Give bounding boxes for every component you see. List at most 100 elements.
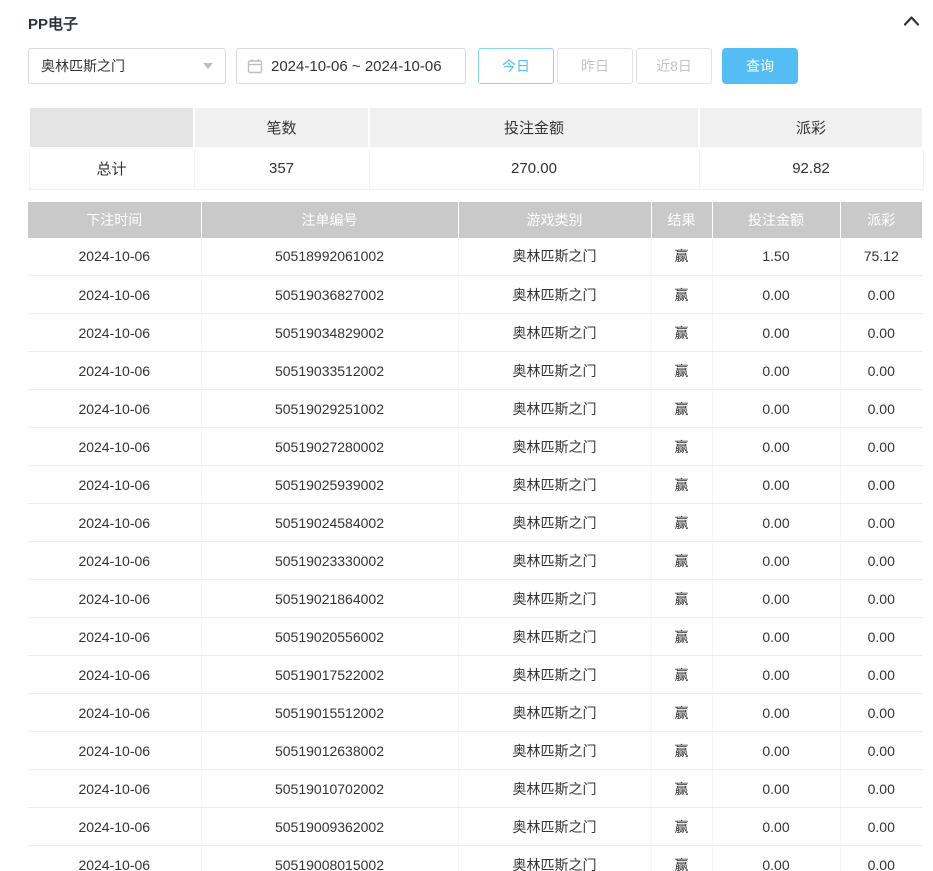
table-cell: 0.00 <box>840 846 922 871</box>
table-cell: 0.00 <box>840 542 922 580</box>
table-cell: 0.00 <box>712 732 840 770</box>
table-cell: 奥林匹斯之门 <box>458 466 651 504</box>
table-row: 2024-10-0650519036827002奥林匹斯之门赢0.000.00 <box>28 276 922 314</box>
game-select-value: 奥林匹斯之门 <box>41 56 125 76</box>
table-cell: 2024-10-06 <box>28 580 201 618</box>
table-cell: 奥林匹斯之门 <box>458 732 651 770</box>
table-cell: 奥林匹斯之门 <box>458 276 651 314</box>
summary-table: 笔数 投注金额 派彩 总计 357 270.00 92.82 <box>28 106 924 190</box>
table-cell: 50519008015002 <box>201 846 458 871</box>
table-cell: 0.00 <box>840 314 922 352</box>
date-range-input[interactable]: 2024-10-06 ~ 2024-10-06 <box>236 48 466 84</box>
table-cell: 奥林匹斯之门 <box>458 504 651 542</box>
table-row: 2024-10-0650519027280002奥林匹斯之门赢0.000.00 <box>28 428 922 466</box>
table-cell: 0.00 <box>840 618 922 656</box>
date-range-value: 2024-10-06 ~ 2024-10-06 <box>271 58 442 75</box>
panel-title: PP电子 <box>28 13 78 34</box>
summary-row-label: 总计 <box>29 148 194 189</box>
table-cell: 0.00 <box>840 770 922 808</box>
table-cell: 奥林匹斯之门 <box>458 846 651 871</box>
table-cell: 2024-10-06 <box>28 504 201 542</box>
table-cell: 0.00 <box>712 846 840 871</box>
table-cell: 奥林匹斯之门 <box>458 580 651 618</box>
table-cell: 50519010702002 <box>201 770 458 808</box>
summary-col-bet-amount: 投注金额 <box>369 107 699 148</box>
table-cell: 0.00 <box>840 428 922 466</box>
table-row: 2024-10-0650519008015002奥林匹斯之门赢0.000.00 <box>28 846 922 871</box>
table-cell: 2024-10-06 <box>28 238 201 276</box>
table-cell: 0.00 <box>712 580 840 618</box>
table-cell: 赢 <box>651 694 712 732</box>
table-cell: 赢 <box>651 276 712 314</box>
table-row: 2024-10-0650519009362002奥林匹斯之门赢0.000.00 <box>28 808 922 846</box>
table-cell: 50519023330002 <box>201 542 458 580</box>
table-row: 2024-10-0650519033512002奥林匹斯之门赢0.000.00 <box>28 352 922 390</box>
table-cell: 奥林匹斯之门 <box>458 656 651 694</box>
table-cell: 2024-10-06 <box>28 846 201 871</box>
collapse-panel-button[interactable] <box>900 12 922 34</box>
table-cell: 2024-10-06 <box>28 770 201 808</box>
table-cell: 赢 <box>651 542 712 580</box>
table-cell: 赢 <box>651 238 712 276</box>
table-cell: 赢 <box>651 846 712 871</box>
table-cell: 0.00 <box>712 694 840 732</box>
column-header: 结果 <box>651 202 712 238</box>
quick-range-group: 今日 昨日 近8日 <box>478 48 712 84</box>
summary-total-row: 总计 357 270.00 92.82 <box>29 148 923 189</box>
table-cell: 2024-10-06 <box>28 428 201 466</box>
chevron-up-icon <box>903 14 920 32</box>
table-row: 2024-10-0650519012638002奥林匹斯之门赢0.000.00 <box>28 732 922 770</box>
table-cell: 0.00 <box>712 314 840 352</box>
table-cell: 0.00 <box>840 808 922 846</box>
table-cell: 赢 <box>651 656 712 694</box>
table-cell: 0.00 <box>840 390 922 428</box>
quick-range-yesterday-button[interactable]: 昨日 <box>557 48 633 84</box>
table-cell: 0.00 <box>840 580 922 618</box>
table-cell: 2024-10-06 <box>28 314 201 352</box>
game-select[interactable]: 奥林匹斯之门 <box>28 48 226 84</box>
table-cell: 2024-10-06 <box>28 808 201 846</box>
summary-corner-cell <box>29 107 194 148</box>
table-row: 2024-10-0650519025939002奥林匹斯之门赢0.000.00 <box>28 466 922 504</box>
table-cell: 奥林匹斯之门 <box>458 770 651 808</box>
table-cell: 赢 <box>651 808 712 846</box>
column-header: 投注金额 <box>712 202 840 238</box>
bet-table: 下注时间注单编号游戏类别结果投注金额派彩 2024-10-06505189920… <box>28 202 922 871</box>
table-cell: 2024-10-06 <box>28 732 201 770</box>
column-header: 注单编号 <box>201 202 458 238</box>
table-cell: 奥林匹斯之门 <box>458 542 651 580</box>
table-cell: 50519012638002 <box>201 732 458 770</box>
table-cell: 2024-10-06 <box>28 352 201 390</box>
summary-payout-value: 92.82 <box>699 148 923 189</box>
table-cell: 50518992061002 <box>201 238 458 276</box>
summary-header-row: 笔数 投注金额 派彩 <box>29 107 923 148</box>
table-row: 2024-10-0650519021864002奥林匹斯之门赢0.000.00 <box>28 580 922 618</box>
bet-table-head-row: 下注时间注单编号游戏类别结果投注金额派彩 <box>28 202 922 238</box>
table-cell: 50519025939002 <box>201 466 458 504</box>
table-cell: 赢 <box>651 428 712 466</box>
query-button[interactable]: 查询 <box>722 48 798 84</box>
table-cell: 赢 <box>651 390 712 428</box>
table-cell: 2024-10-06 <box>28 656 201 694</box>
quick-range-last8days-button[interactable]: 近8日 <box>636 48 712 84</box>
table-cell: 0.00 <box>712 618 840 656</box>
table-cell: 2024-10-06 <box>28 618 201 656</box>
table-cell: 赢 <box>651 352 712 390</box>
table-cell: 奥林匹斯之门 <box>458 694 651 732</box>
table-cell: 50519021864002 <box>201 580 458 618</box>
table-row: 2024-10-0650519020556002奥林匹斯之门赢0.000.00 <box>28 618 922 656</box>
table-cell: 2024-10-06 <box>28 466 201 504</box>
quick-range-today-button[interactable]: 今日 <box>478 48 554 84</box>
table-cell: 2024-10-06 <box>28 390 201 428</box>
table-cell: 奥林匹斯之门 <box>458 808 651 846</box>
table-cell: 赢 <box>651 732 712 770</box>
table-cell: 50519015512002 <box>201 694 458 732</box>
table-row: 2024-10-0650519034829002奥林匹斯之门赢0.000.00 <box>28 314 922 352</box>
summary-col-count: 笔数 <box>194 107 369 148</box>
table-cell: 0.00 <box>712 352 840 390</box>
summary-bet-amount-value: 270.00 <box>369 148 699 189</box>
table-cell: 50519034829002 <box>201 314 458 352</box>
table-cell: 2024-10-06 <box>28 694 201 732</box>
column-header: 派彩 <box>840 202 922 238</box>
table-cell: 0.00 <box>840 466 922 504</box>
